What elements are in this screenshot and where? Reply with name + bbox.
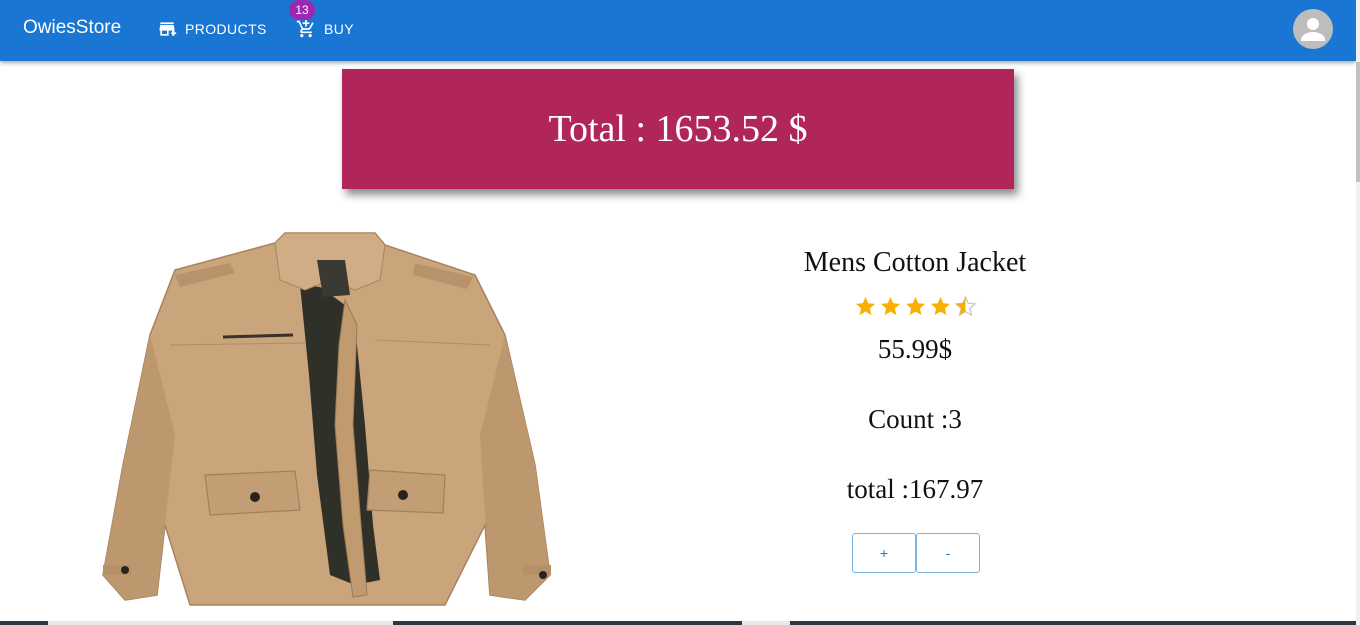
nav-products-button[interactable]: PRODUCTS [157, 18, 267, 40]
scrollbar-thumb[interactable] [1356, 62, 1360, 182]
star-icon [930, 296, 950, 315]
add-shopping-cart-icon [296, 19, 314, 38]
brand-logo[interactable]: OwiesStore [23, 17, 121, 39]
jacket-image [102, 232, 551, 606]
account-avatar[interactable] [1293, 9, 1333, 49]
store-icon [159, 22, 177, 36]
person-icon [1301, 18, 1325, 41]
star-icon [905, 296, 925, 315]
nav-buy-label: BUY [324, 21, 354, 37]
product-info: Mens Cotton Jacket 55.99$ Count :3 total… [700, 245, 1130, 511]
product-count: Count :3 [868, 404, 962, 434]
cart-count-badge: 13 [289, 0, 315, 20]
app-bar: OwiesStore PRODUCTS BUY 13 [0, 0, 1356, 61]
quantity-controls: + - [852, 533, 980, 573]
product-rating [700, 291, 1130, 321]
nav-buy-button[interactable]: BUY [296, 18, 354, 40]
star-icon [880, 296, 900, 315]
cart-total-text: Total : 1653.52 $ [548, 108, 808, 150]
star-icon [855, 296, 875, 315]
product-price: 55.99$ [877, 334, 953, 364]
increment-button[interactable]: + [852, 533, 916, 573]
bottom-divider-highlight [742, 621, 790, 625]
star-half-icon [953, 294, 977, 316]
product-title: Mens Cotton Jacket [803, 247, 1027, 278]
nav-products-label: PRODUCTS [185, 21, 267, 37]
decrement-button[interactable]: - [916, 533, 980, 573]
product-line-total: total :167.97 [846, 474, 984, 504]
bottom-divider-highlight [48, 621, 393, 625]
cart-total-banner: Total : 1653.52 $ [342, 69, 1014, 189]
